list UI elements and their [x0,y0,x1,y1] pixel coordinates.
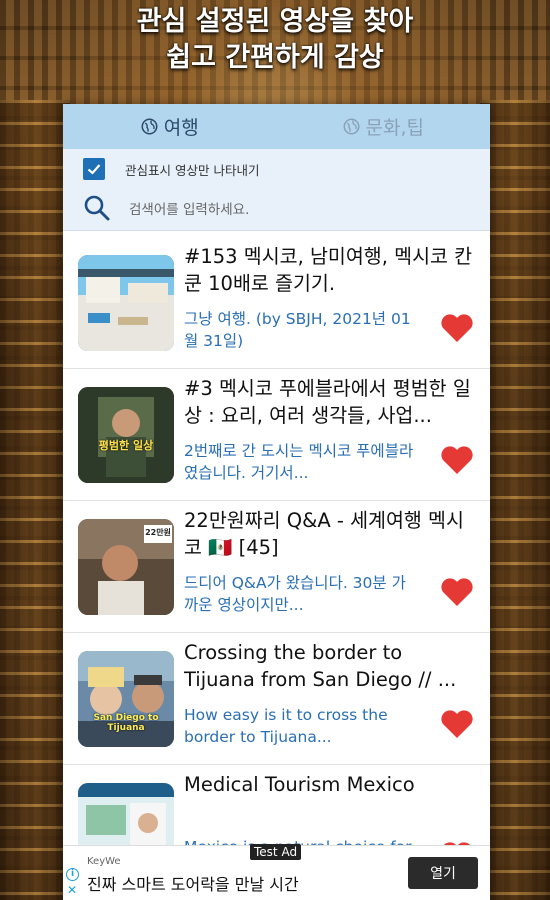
video-description: 드디어 Q&A가 왔습니다. 30분 가까운 영상이지만... [184,573,406,614]
video-thumbnail[interactable]: San Diego to Tijuana [78,650,174,747]
test-ad-badge: Test Ad [250,844,302,860]
tab-culture-tips-label: 문화,팁 [365,117,424,139]
video-meta: #3 멕시코 푸에블라에서 평범한 일상 : 요리, 여러 생각들, 사업...… [184,375,474,495]
thumbnail-overlay-text: 평범한 일상 [98,438,154,452]
video-thumbnail[interactable]: 평범한 일상 [78,386,174,483]
video-title: #3 멕시코 푸에블라에서 평범한 일상 : 요리, 여러 생각들, 사업... [184,376,471,427]
video-list-item[interactable]: 평범한 일상 #3 멕시코 푸에블라에서 평범한 일상 : 요리, 여러 생각들… [63,369,490,501]
ad-close-icon[interactable]: ✕ [67,884,77,896]
thumbnail-overlay-text: San Diego to Tijuana [93,712,159,733]
heart-icon[interactable] [440,445,474,479]
search-input[interactable] [129,201,429,218]
globe-icon [141,118,158,135]
video-description: How easy is it to cross the border to Ti… [184,705,388,746]
heart-icon[interactable] [440,313,474,347]
heart-icon[interactable] [440,709,474,743]
favorites-filter-row: 관심표시 영상만 나타내기 [63,149,490,189]
video-description: 2번째로 간 도시는 멕시코 푸에블라였습니다. 거기서... [184,441,414,482]
ad-open-button[interactable]: 열기 [408,857,478,889]
video-thumbnail[interactable]: 22만원 [78,518,174,615]
globe-icon [343,118,360,135]
checkmark-icon [87,164,101,175]
favorites-only-checkbox[interactable] [83,158,105,180]
favorites-only-label: 관심표시 영상만 나타내기 [125,162,260,178]
tab-travel[interactable]: 여행 [63,104,277,149]
video-list-item[interactable]: 22만원 22만원짜리 Q&A - 세계여행 멕시코 🇲🇽 [45] 드디어 Q… [63,501,490,633]
video-list-item[interactable]: San Diego to Tijuana Crossing the border… [63,633,490,765]
app-panel: 여행 문화,팁 관심표시 영상만 나타내기 검색어를 입력하세요. #153 멕… [63,104,490,899]
video-title: Crossing the border to Tijuana from San … [184,640,457,691]
video-list: #153 멕시코, 남미여행, 멕시코 칸쿤 10배로 즐기기. 그냥 여행. … [63,231,490,897]
ad-brand: KeyWe [87,856,121,867]
video-description: 그냥 여행. (by SBJH, 2021년 01월 31일) [184,309,411,350]
ad-info-icon[interactable]: i [66,868,79,881]
video-list-item[interactable]: #153 멕시코, 남미여행, 멕시코 칸쿤 10배로 즐기기. 그냥 여행. … [63,237,490,369]
search-icon[interactable] [83,194,111,226]
video-meta: 22만원짜리 Q&A - 세계여행 멕시코 🇲🇽 [45] 드디어 Q&A가 왔… [184,507,474,627]
background-staircase-right [480,100,550,900]
background-staircase-left [0,100,70,900]
video-title: Medical Tourism Mexico [184,772,415,796]
tab-culture-tips[interactable]: 문화,팁 [277,104,491,149]
heart-icon[interactable] [440,577,474,611]
video-title: 22만원짜리 Q&A - 세계여행 멕시코 🇲🇽 [45] [184,508,464,559]
video-meta: Crossing the border to Tijuana from San … [184,639,474,759]
video-thumbnail[interactable] [78,254,174,351]
promo-headline: 관심 설정된 영상을 찾아 쉽고 간편하게 감상 [0,4,550,76]
tab-travel-label: 여행 [163,117,199,139]
video-meta: #153 멕시코, 남미여행, 멕시코 칸쿤 10배로 즐기기. 그냥 여행. … [184,243,474,363]
ad-banner[interactable]: Test Ad i ✕ KeyWe 진짜 스마트 도어락을 만날 시간 열기 [63,844,490,900]
ad-text: 진짜 스마트 도어락을 만날 시간 [87,875,299,894]
search-bar [63,189,490,231]
thumbnail-overlay-text: 22만원 [145,527,171,537]
headline-line-1: 관심 설정된 영상을 찾아 [136,6,414,37]
tab-bar: 여행 문화,팁 [63,104,490,149]
headline-line-2: 쉽고 간편하게 감상 [166,42,384,73]
video-title: #153 멕시코, 남미여행, 멕시코 칸쿤 10배로 즐기기. [184,244,473,295]
